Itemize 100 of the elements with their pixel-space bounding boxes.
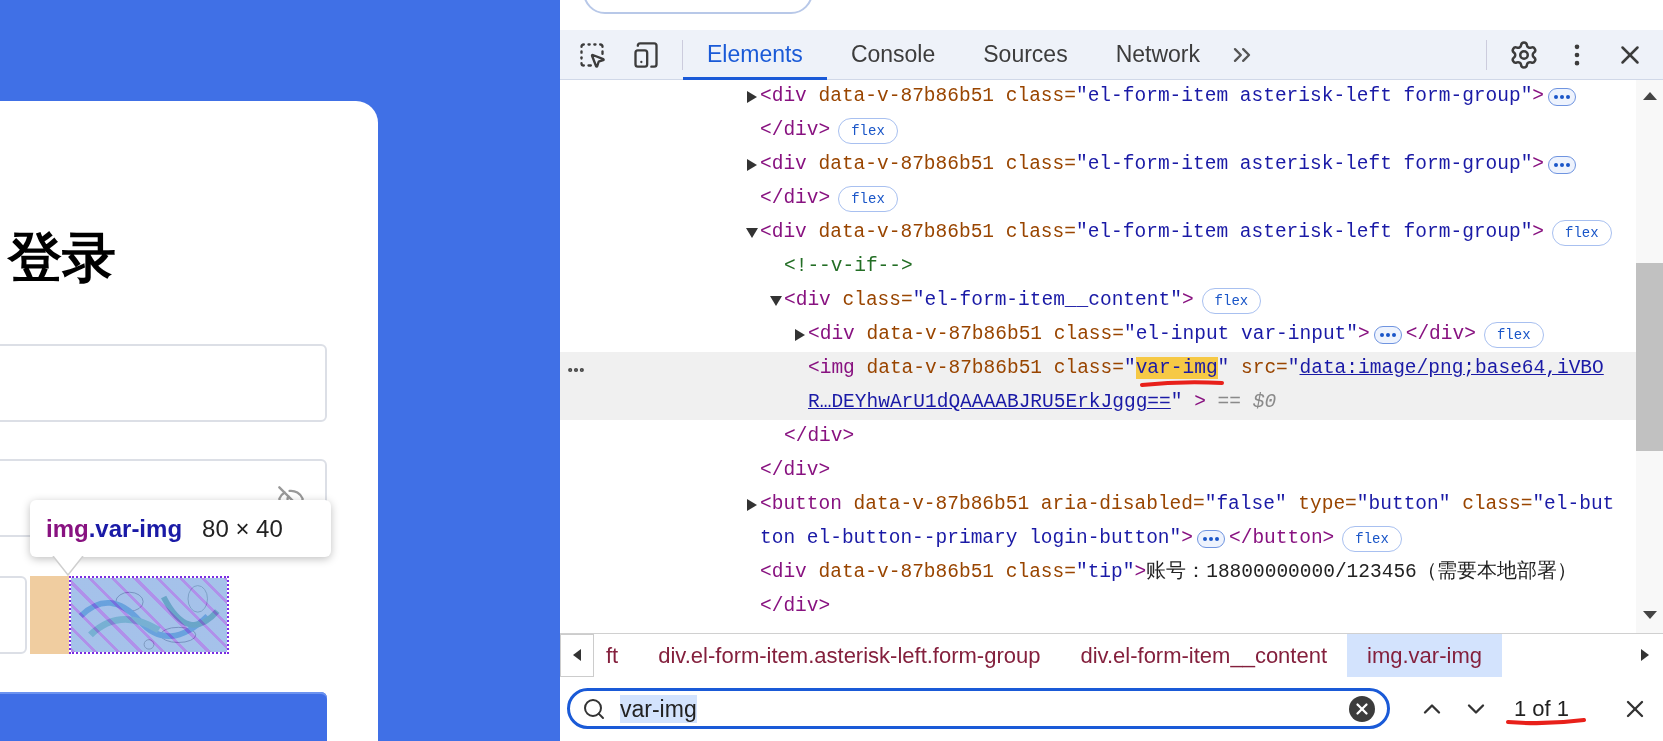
attribute-value: "el-form-item asterisk-left form-group"	[1075, 220, 1533, 246]
comment-text: <!--v-if-->	[784, 254, 913, 280]
attribute-value: "el-form-item asterisk-left form-group"	[1075, 84, 1533, 110]
triangle-right-icon[interactable]	[746, 499, 758, 511]
markup-tag: </div>	[760, 592, 831, 622]
attribute-value: "el-but	[1532, 492, 1615, 518]
attribute-value: ton el-button--primary login-button"	[760, 526, 1182, 552]
ellipsis-icon	[1203, 537, 1219, 541]
attribute-value: "	[1287, 356, 1300, 382]
attribute-value: "el-form-item__content"	[912, 288, 1182, 314]
attribute-name: data-v-87b86b51	[817, 152, 995, 178]
markup-tag: <div	[760, 558, 807, 588]
markup-tag: >	[1181, 286, 1194, 316]
selected-row[interactable]: <img data-v-87b86b51 class="var-img" src="data:image/png;base64,iVBO R…DEYhwArU1dQAAAABJRU5ErkJggg==" > == $0	[560, 352, 1636, 420]
markup-tag: >	[1532, 150, 1545, 180]
attribute-value: "false"	[1204, 492, 1287, 518]
markup-tag: >	[1182, 388, 1206, 418]
inspect-icon[interactable]	[578, 40, 606, 69]
triangle-right-icon[interactable]	[746, 159, 758, 171]
attribute-name: data-v-87b86b51	[865, 356, 1043, 382]
panel-tab[interactable]: Sources	[959, 29, 1092, 80]
markup-tag: >	[1134, 558, 1147, 588]
markup-tag: <div	[808, 320, 855, 350]
markup-tag: </div>	[760, 456, 831, 486]
clear-button[interactable]	[1349, 695, 1375, 722]
markup-tag: <div	[760, 218, 807, 248]
triangle-left-icon	[573, 649, 581, 661]
markup-tag: <img	[808, 354, 855, 384]
breadcrumb[interactable]: div.el-form-item.asterisk-left.form-group	[638, 633, 1061, 677]
expand-button[interactable]	[1548, 156, 1577, 174]
search-match: var-img	[1135, 357, 1218, 380]
attribute-value: "el-input var-input"	[1123, 322, 1358, 348]
scroll-left-button[interactable]	[560, 633, 594, 677]
search-value: var-img	[620, 694, 697, 723]
element-selector: img.var-img	[46, 513, 183, 544]
attribute-name: data-v-87b86b51	[852, 492, 1030, 518]
attribute-name: data-v-87b86b51	[817, 84, 995, 110]
markup-tag: </button>	[1229, 524, 1335, 554]
markup-tag: >	[1532, 82, 1545, 112]
attribute-name: data-v-87b86b51	[865, 322, 1043, 348]
ellipsis-icon	[1554, 163, 1571, 167]
markup-tag: <button	[760, 490, 842, 520]
markup-tag: >	[1532, 218, 1545, 248]
attribute-name: type=	[1297, 492, 1357, 518]
attribute-value: "	[1217, 356, 1230, 382]
ellipsis-icon	[1554, 95, 1571, 99]
source-link[interactable]: R…DEYhwArU1dQAAAABJRU5ErkJggg==	[808, 388, 1171, 418]
element-size: 80 × 40	[202, 513, 283, 544]
scroll-up-icon[interactable]	[1642, 92, 1657, 100]
search-icon	[582, 696, 606, 721]
markup-tag: </div>	[760, 116, 831, 146]
attribute-name: src=	[1240, 356, 1288, 382]
match-count: 1 of 1	[1514, 696, 1570, 721]
login-title: 登录	[8, 227, 117, 287]
breadcrumb[interactable]: img.var-img	[1347, 633, 1502, 677]
attribute-name: class=	[841, 288, 913, 314]
input-field[interactable]	[0, 344, 327, 422]
ellipsis-icon	[1379, 333, 1396, 337]
attribute-name: class=	[1004, 560, 1076, 586]
panel-tab[interactable]: Console	[826, 29, 960, 80]
attribute-name: class=	[1004, 84, 1076, 110]
markup-tag: </div>	[760, 184, 831, 214]
markup-tag: >	[1181, 524, 1193, 554]
attribute-value: "	[1123, 356, 1136, 382]
attribute-name: class=	[1052, 356, 1124, 382]
expand-button[interactable]	[1548, 88, 1577, 106]
captcha-field[interactable]	[0, 576, 27, 654]
attribute-value: "el-form-item asterisk-left form-group"	[1075, 152, 1533, 178]
markup-tag: </div>	[1405, 320, 1476, 350]
scrollbar-thumb[interactable]	[1636, 263, 1663, 451]
attribute-value: "tip"	[1075, 560, 1135, 586]
triangle-right-icon[interactable]	[746, 91, 758, 103]
expand-button[interactable]	[1373, 326, 1402, 344]
triangle-down-icon[interactable]	[770, 295, 782, 307]
attribute-name: class=	[1004, 152, 1076, 178]
settings-icon[interactable]	[1509, 39, 1539, 70]
markup-tag: <div	[784, 286, 831, 316]
attribute-name: data-v-87b86b51	[817, 560, 995, 586]
markup-tag: >	[1358, 320, 1370, 350]
attribute-value: "button"	[1356, 492, 1451, 518]
scroll-right-icon[interactable]	[1641, 649, 1649, 661]
source-link[interactable]: data:image/png;base64,iVBO	[1299, 354, 1604, 384]
breadcrumb[interactable]: ft	[594, 633, 639, 677]
triangle-down-icon[interactable]	[746, 227, 758, 239]
text-content: 账号：18800000000/123456（需要本地部署）	[1146, 559, 1577, 586]
attribute-name: class=	[1052, 322, 1124, 348]
panel-tab[interactable]: Network	[1091, 29, 1224, 80]
breadcrumb[interactable]: div.el-form-item__content	[1060, 633, 1348, 677]
markup-tag: <div	[760, 150, 807, 180]
triangle-right-icon[interactable]	[794, 329, 806, 341]
attribute-value: "	[1170, 390, 1183, 416]
panel-tab[interactable]: Elements	[683, 29, 827, 80]
attribute-name: data-v-87b86b51	[817, 220, 995, 246]
attribute-name: class=	[1461, 492, 1533, 518]
device-icon[interactable]	[632, 40, 660, 69]
search-field[interactable]: var-img	[567, 688, 1390, 729]
attribute-name: class=	[1004, 220, 1076, 246]
attribute-name: aria-disabled=	[1039, 492, 1205, 518]
scroll-down-icon[interactable]	[1642, 611, 1657, 619]
expand-button[interactable]	[1197, 530, 1225, 548]
